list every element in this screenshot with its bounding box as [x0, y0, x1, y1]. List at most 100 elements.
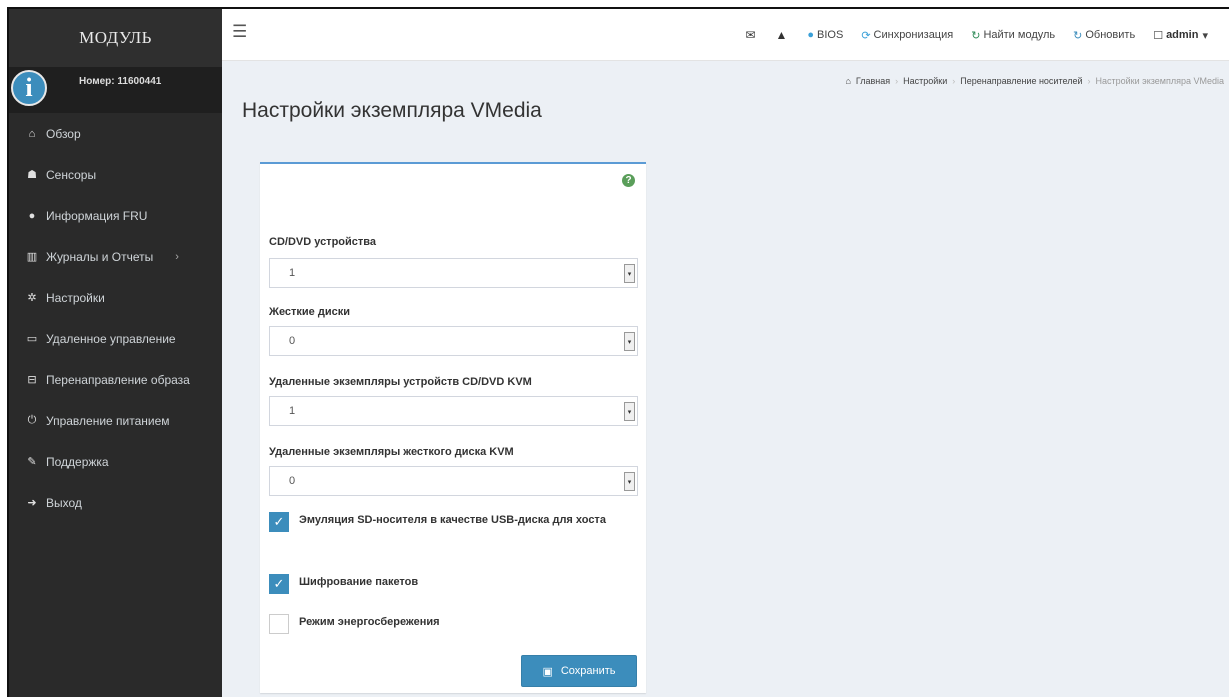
cd-devices-label: CD/DVD устройства — [269, 236, 377, 248]
sidebar-item-label: Поддержка — [46, 454, 109, 469]
user-icon: ☐ — [1153, 29, 1164, 42]
user-name: admin — [1166, 29, 1199, 41]
home-icon: ⌂ — [845, 76, 851, 86]
hard-disks-value: 0 — [289, 335, 296, 347]
spinner-icon[interactable]: ▾ — [624, 264, 635, 283]
refresh-label: Обновить — [1085, 29, 1136, 41]
monitor-icon: ▭ — [26, 333, 38, 345]
sidebar-item-label: Журналы и Отчеты — [46, 249, 154, 264]
brand-logo[interactable]: МОДУЛЬ — [9, 9, 222, 67]
sync-button[interactable]: ⟳ Синхронизация — [861, 29, 953, 42]
breadcrumb: ⌂ Главная › Настройки › Перенаправление … — [845, 76, 1229, 86]
sidebar-nav: ⌂ Обзор ☗ Сенсоры ● Информация FRU ▥ Журналы… — [9, 113, 222, 523]
gear-icon: ✲ — [27, 292, 37, 304]
sidebar-item-image-redirection[interactable]: ⊟ Перенаправление образа — [9, 359, 222, 400]
save-label: Сохранить — [560, 665, 616, 677]
chevron-right-icon: › — [175, 250, 179, 263]
find-module-label: Найти модуль — [983, 29, 1056, 41]
encryption-checkbox[interactable]: ✓ — [269, 574, 289, 594]
sidebar-item-fru[interactable]: ● Информация FRU — [9, 195, 222, 236]
kvm-cd-instances-select[interactable]: 1 ▾ — [269, 396, 638, 426]
kvm-hd-instances-select[interactable]: 0 ▾ — [269, 466, 638, 496]
sidebar-item-label: Настройки — [46, 290, 105, 305]
sync-icon: ⟳ — [861, 29, 871, 42]
hard-disks-label: Жесткие диски — [269, 306, 350, 318]
kvm-cd-instances-label: Удаленные экземпляры устройств CD/DVD KV… — [269, 376, 532, 388]
mail-icon[interactable]: ✉ — [745, 28, 755, 42]
breadcrumb-home[interactable]: Главная — [856, 76, 890, 86]
kvm-hd-instances-value: 0 — [289, 475, 296, 487]
wrench-icon: ✎ — [27, 456, 37, 468]
sidebar: МОДУЛЬ i Номер: 11600441 ⌂ Обзор ☗ Сенсоры… — [9, 9, 222, 697]
sidebar-item-label: Выход — [46, 495, 82, 510]
sidebar-item-label: Удаленное управление — [46, 331, 176, 346]
sidebar-item-remote-control[interactable]: ▭ Удаленное управление — [9, 318, 222, 359]
logout-icon: ➜ — [27, 497, 37, 509]
user-panel: i Номер: 11600441 — [9, 67, 222, 113]
refresh-button[interactable]: ↻ Обновить — [1073, 29, 1135, 42]
encryption-option[interactable]: ✓ Шифрование пакетов — [269, 574, 418, 594]
breadcrumb-separator: › — [1087, 76, 1091, 86]
menu-toggle-icon[interactable]: ☰ — [232, 23, 248, 40]
power-saving-label: Режим энергосбережения — [299, 616, 440, 628]
spinner-icon[interactable]: ▾ — [624, 472, 635, 491]
power-saving-checkbox[interactable] — [269, 614, 289, 634]
sidebar-item-label: Информация FRU — [46, 208, 148, 223]
sidebar-item-label: Сенсоры — [46, 167, 97, 182]
spinner-icon[interactable]: ▾ — [624, 332, 635, 351]
sidebar-item-sensors[interactable]: ☗ Сенсоры — [9, 154, 222, 195]
sync-label: Синхронизация — [873, 29, 954, 41]
info-circle-icon: ● — [807, 29, 815, 41]
sidebar-item-logout[interactable]: ➜ Выход — [9, 482, 222, 523]
sidebar-item-settings[interactable]: ✲ Настройки — [9, 277, 222, 318]
top-bar-items: ✉ ▲ ● BIOS ⟳ Синхронизация ↻ Найти модуль ↻… — [745, 9, 1229, 61]
disk-icon: ⊟ — [27, 374, 37, 386]
hard-disks-select[interactable]: 0 ▾ — [269, 326, 638, 356]
encryption-label: Шифрование пакетов — [299, 576, 419, 588]
sidebar-item-label: Перенаправление образа — [46, 372, 190, 387]
sidebar-item-power[interactable]: ⏻ Управление питанием — [9, 400, 222, 441]
vmedia-settings-panel: ? CD/DVD устройства 1 ▾ Жесткие диски 0 … — [260, 162, 646, 693]
breadcrumb-separator: › — [952, 76, 956, 86]
cd-devices-value: 1 — [289, 267, 296, 279]
help-icon[interactable]: ? — [622, 174, 635, 187]
warning-icon[interactable]: ▲ — [775, 28, 787, 42]
sidebar-item-label: Управление питанием — [46, 413, 170, 428]
main-content: Настройки экземпляра VMedia ⌂ Главная › … — [222, 61, 1229, 697]
bios-button[interactable]: ● BIOS — [807, 29, 843, 41]
sd-emulation-label: Эмуляция SD-носителя в качестве USB-диск… — [299, 514, 606, 526]
power-saving-option[interactable]: Режим энергосбережения — [269, 614, 440, 634]
chart-icon: ▥ — [26, 251, 38, 263]
user-number: Номер: 11600441 — [79, 76, 162, 87]
power-icon: ⏻ — [27, 414, 37, 426]
breadcrumb-settings[interactable]: Настройки — [903, 76, 947, 86]
user-menu[interactable]: ☐ admin ▾ — [1153, 29, 1211, 42]
save-button[interactable]: ▣ Сохранить — [521, 655, 637, 687]
info-circle-icon: ● — [28, 209, 36, 222]
breadcrumb-current: Настройки экземпляра VMedia — [1095, 76, 1224, 86]
app-frame: МОДУЛЬ i Номер: 11600441 ⌂ Обзор ☗ Сенсоры… — [7, 7, 1229, 697]
breadcrumb-media-redirection[interactable]: Перенаправление носителей — [960, 76, 1082, 86]
sensors-icon: ☗ — [27, 169, 37, 181]
refresh-green-icon: ↻ — [971, 29, 981, 42]
spinner-icon[interactable]: ▾ — [624, 402, 635, 421]
sidebar-item-support[interactable]: ✎ Поддержка — [9, 441, 222, 482]
info-icon: i — [11, 70, 47, 106]
caret-down-icon: ▾ — [1202, 29, 1208, 42]
page-title: Настройки экземпляра VMedia — [242, 99, 542, 122]
home-icon: ⌂ — [28, 127, 36, 140]
cd-devices-select[interactable]: 1 ▾ — [269, 258, 638, 288]
kvm-hd-instances-label: Удаленные экземпляры жесткого диска KVM — [269, 446, 514, 458]
sd-emulation-option[interactable]: ✓ Эмуляция SD-носителя в качестве USB-ди… — [269, 512, 629, 532]
sidebar-item-logs[interactable]: ▥ Журналы и Отчеты › — [9, 236, 222, 277]
top-bar: ☰ ✉ ▲ ● BIOS ⟳ Синхронизация ↻ Найти модуль… — [222, 9, 1229, 61]
breadcrumb-separator: › — [895, 76, 899, 86]
find-module-button[interactable]: ↻ Найти модуль — [971, 29, 1055, 42]
save-icon: ▣ — [542, 665, 553, 678]
sidebar-item-overview[interactable]: ⌂ Обзор — [9, 113, 222, 154]
refresh-icon: ↻ — [1073, 29, 1083, 42]
sd-emulation-checkbox[interactable]: ✓ — [269, 512, 289, 532]
bios-label: BIOS — [817, 29, 844, 41]
sidebar-item-label: Обзор — [46, 126, 81, 141]
kvm-cd-instances-value: 1 — [289, 405, 296, 417]
